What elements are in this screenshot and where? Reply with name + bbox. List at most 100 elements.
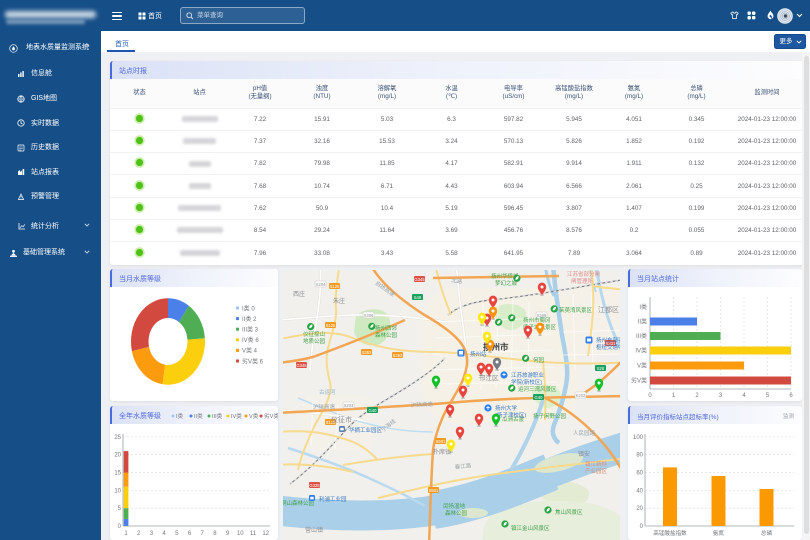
svg-text:何园: 何园: [533, 356, 545, 364]
svg-text:1: 1: [124, 531, 128, 537]
svg-text:江苏省部分闸: 江苏省部分闸: [567, 270, 600, 278]
svg-text:6: 6: [789, 393, 793, 399]
svg-text:镇江金山风景区: 镇江金山风景区: [511, 524, 550, 532]
svg-text:G328: G328: [309, 483, 320, 488]
svg-text:扬州大学: 扬州大学: [495, 404, 518, 412]
svg-text:V类: V类: [637, 362, 647, 370]
svg-text:II类: II类: [194, 412, 203, 420]
svg-text:扬州市蜀冈: 扬州市蜀冈: [523, 316, 551, 324]
svg-text:6: 6: [188, 531, 192, 537]
svg-text:总磷: 总磷: [761, 529, 773, 537]
svg-text:III类 3: III类 3: [242, 326, 259, 334]
svg-text:I类: I类: [639, 303, 647, 311]
svg-text:扬州东部客运: 扬州东部客运: [596, 336, 620, 344]
svg-text:11: 11: [250, 531, 257, 537]
svg-text:5: 5: [766, 393, 770, 399]
svg-text:X203: X203: [344, 403, 354, 408]
svg-text:闸管理所: 闸管理所: [571, 277, 594, 285]
svg-text:劣V类: 劣V类: [264, 412, 278, 420]
svg-text:劣V类 6: 劣V类 6: [242, 357, 264, 365]
svg-text:古运河: 古运河: [319, 388, 336, 396]
svg-text:G345: G345: [414, 277, 425, 282]
svg-text:25: 25: [114, 435, 121, 441]
svg-text:S49: S49: [414, 295, 422, 300]
svg-text:劣V类: 劣V类: [631, 377, 647, 385]
svg-text:G40: G40: [369, 408, 378, 413]
svg-text:I类 0: I类 0: [242, 304, 255, 312]
svg-text:宁海线: 宁海线: [379, 417, 397, 434]
svg-text:IV类 6: IV类 6: [242, 336, 259, 344]
svg-text:40: 40: [636, 488, 643, 494]
svg-text:S353: S353: [393, 353, 403, 358]
svg-text:华摘工业园区: 华摘工业园区: [349, 426, 383, 434]
svg-text:4: 4: [742, 393, 746, 399]
svg-text:3: 3: [719, 393, 723, 399]
svg-text:扬州西郊: 扬州西郊: [375, 324, 398, 332]
svg-text:V类: V类: [249, 412, 259, 420]
svg-text:8: 8: [213, 531, 217, 537]
svg-text:茱萸湾风景区: 茱萸湾风景区: [559, 306, 593, 314]
svg-text:镇安: 镇安: [578, 450, 590, 458]
svg-text:20: 20: [636, 506, 643, 512]
svg-text:X204: X204: [316, 282, 326, 287]
svg-text:S601: S601: [436, 439, 446, 444]
svg-text:高锰酸盐指数: 高锰酸盐指数: [653, 529, 687, 537]
svg-text:15: 15: [114, 471, 121, 477]
svg-text:镇江新科: 镇江新科: [585, 460, 608, 468]
svg-text:沪陕高速: 沪陕高速: [411, 400, 434, 409]
svg-text:5: 5: [175, 531, 179, 537]
svg-text:S353: S353: [362, 350, 372, 355]
svg-text:V类 4: V类 4: [242, 347, 258, 355]
svg-text:G40: G40: [535, 395, 544, 400]
svg-text:森林公园: 森林公园: [375, 331, 398, 339]
svg-text:春江路: 春江路: [454, 461, 472, 471]
svg-text:扬州站: 扬州站: [470, 350, 487, 358]
svg-text:IV类: IV类: [635, 347, 647, 355]
svg-text:0: 0: [640, 524, 644, 530]
svg-text:江苏旅游职业: 江苏旅游职业: [511, 371, 545, 379]
svg-text:S125: S125: [326, 323, 336, 328]
svg-text:10: 10: [114, 488, 121, 494]
svg-text:12: 12: [262, 531, 269, 537]
svg-text:利浦工业园: 利浦工业园: [319, 495, 347, 503]
svg-text:20: 20: [114, 453, 121, 459]
svg-text:运河三湾风景区: 运河三湾风景区: [518, 385, 557, 393]
svg-text:学院(新校区): 学院(新校区): [511, 378, 542, 386]
svg-text:2: 2: [137, 531, 141, 537]
svg-text:人民园路: 人民园路: [573, 429, 596, 437]
svg-text:7: 7: [201, 531, 205, 537]
svg-text:1: 1: [672, 393, 676, 399]
svg-text:G345: G345: [296, 363, 307, 368]
svg-text:扬子闲野公园: 扬子闲野公园: [533, 412, 567, 420]
svg-text:营山镇: 营山镇: [305, 526, 323, 534]
svg-text:朱庄: 朱庄: [333, 297, 345, 305]
svg-text:5: 5: [118, 506, 122, 512]
svg-text:III类: III类: [212, 412, 223, 420]
svg-text:闰扬湿地: 闰扬湿地: [443, 502, 466, 510]
svg-text:IV类: IV类: [231, 412, 242, 420]
svg-text:10: 10: [237, 531, 244, 537]
svg-text:森林公园: 森林公园: [445, 509, 468, 517]
svg-text:III类: III类: [636, 332, 647, 340]
svg-text:K202: K202: [576, 393, 586, 398]
svg-text:II类 2: II类 2: [242, 315, 257, 323]
svg-text:80: 80: [636, 453, 643, 459]
svg-text:I类: I类: [176, 412, 184, 420]
svg-text:S501: S501: [429, 488, 439, 493]
svg-text:氨氮: 氨氮: [713, 529, 725, 537]
svg-text:2: 2: [695, 393, 699, 399]
svg-text:S125: S125: [330, 284, 340, 289]
svg-text:9: 9: [226, 531, 230, 537]
svg-text:II类: II类: [638, 318, 647, 326]
svg-text:S28: S28: [597, 366, 605, 371]
svg-text:100: 100: [633, 435, 644, 441]
svg-text:仪征捺山: 仪征捺山: [303, 330, 325, 338]
svg-text:枢纽交通中心: 枢纽交通中心: [596, 343, 620, 351]
svg-text:0: 0: [648, 393, 652, 399]
svg-text:启扬高速: 启扬高速: [374, 279, 397, 298]
svg-text:4: 4: [162, 531, 166, 537]
svg-text:产业园区: 产业园区: [585, 467, 608, 475]
svg-text:西庄: 西庄: [293, 290, 305, 298]
svg-text:仪征市: 仪征市: [331, 415, 352, 424]
svg-text:X306: X306: [364, 313, 374, 318]
